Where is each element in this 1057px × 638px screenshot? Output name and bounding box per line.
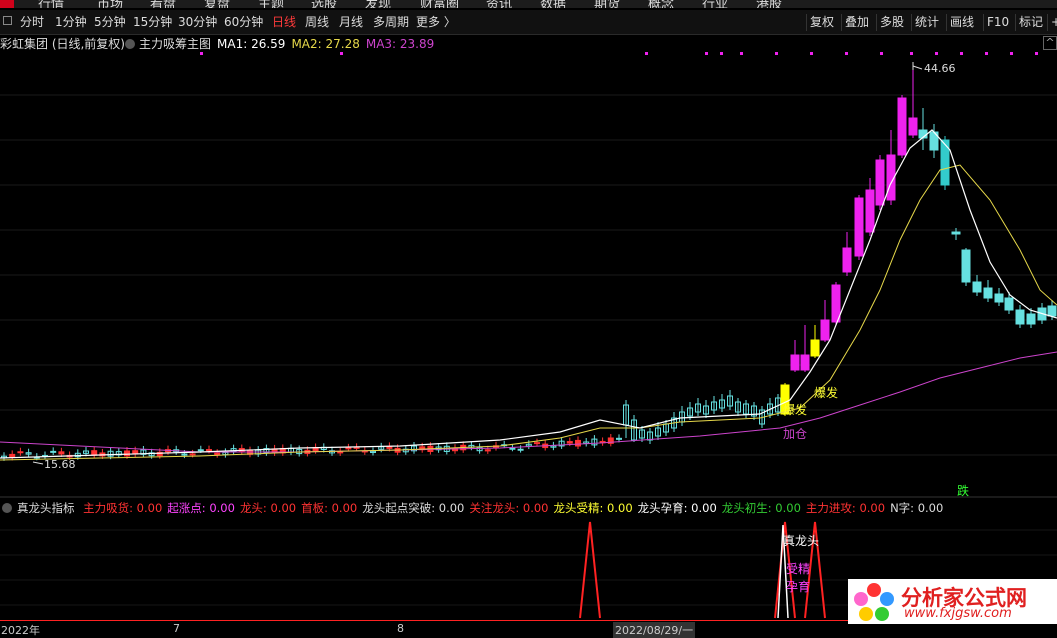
limit-dot	[935, 52, 938, 55]
limit-dot	[810, 52, 813, 55]
x-axis-cursor-date: 2022/08/29/一	[613, 622, 696, 638]
candle-body	[1047, 305, 1057, 317]
candle-body	[875, 159, 885, 206]
candle-body	[908, 117, 918, 136]
candle-body	[9, 453, 16, 458]
indicator-field: 起涨点: 0.00	[167, 501, 235, 515]
yunyu-label: 孕育	[786, 579, 810, 594]
candle-body	[820, 319, 830, 341]
indicator-spike	[579, 521, 601, 619]
candle-body	[1026, 313, 1036, 325]
limit-dots	[200, 52, 1038, 55]
indicator-field: 主力吸货: 0.00	[83, 501, 163, 515]
limit-dot	[200, 52, 203, 55]
candle-body	[1015, 309, 1025, 325]
x-axis-label: 2022年	[1, 624, 40, 637]
candle-body	[994, 293, 1004, 303]
kline-chart[interactable]: 44.66 15.68 爆发 爆发 加仓 跌 真龙头 受精 孕育	[0, 0, 1057, 620]
candle-body	[509, 447, 516, 450]
candle-body	[865, 189, 875, 233]
low-label: 15.68	[44, 458, 76, 471]
baofa-label-2: 爆发	[783, 402, 807, 417]
indicator-field: 主力进攻: 0.00	[805, 501, 886, 515]
indicator-field: 龙头孕育: 0.00	[637, 501, 717, 515]
candle-body	[58, 451, 65, 455]
candle-body	[91, 450, 98, 456]
limit-dot	[720, 52, 723, 55]
candle-body	[951, 231, 961, 235]
zhenlongtou-label: 真龙头	[783, 534, 819, 548]
indicator-field: 关注龙头: 0.00	[469, 501, 549, 515]
candle-body	[189, 453, 196, 456]
limit-dot	[340, 52, 343, 55]
limit-dot	[910, 52, 913, 55]
candle-body	[854, 197, 864, 257]
indicator-panel-name: 真龙头指标	[17, 501, 75, 515]
candle-body	[206, 449, 212, 452]
limit-dot	[985, 52, 988, 55]
indicator-field: 龙头: 0.00	[239, 501, 297, 515]
candle-body	[575, 439, 581, 447]
x-axis-label: 8	[397, 622, 404, 635]
shoujing-label: 受精	[786, 562, 810, 576]
candle-body	[842, 247, 852, 273]
low-arrow	[32, 461, 44, 465]
high-arrow	[912, 65, 923, 70]
ma2-line	[0, 164, 1057, 461]
limit-dot	[740, 52, 743, 55]
limit-dot	[1010, 52, 1013, 55]
candle-body	[983, 287, 993, 299]
high-label: 44.66	[924, 62, 956, 75]
candle-body	[345, 447, 352, 450]
candle-body	[50, 450, 57, 453]
candle-body	[972, 281, 982, 293]
candle-body	[810, 339, 820, 357]
indicator-field: 龙头受精: 0.00	[553, 501, 633, 515]
candle-body	[517, 448, 524, 451]
candle-body	[17, 451, 24, 454]
candle-body	[800, 354, 810, 371]
x-axis-label: 7	[173, 622, 180, 635]
limit-dot	[1035, 52, 1038, 55]
indicator-field: N字: 0.00	[890, 501, 944, 515]
chart-grid	[0, 94, 1057, 606]
indicator-field: 首板: 0.00	[301, 501, 358, 515]
indicator-panel-dropdown-icon[interactable]	[2, 503, 12, 513]
limit-dot	[960, 52, 963, 55]
candle-body	[534, 442, 540, 445]
indicator-panel-legend: 真龙头指标 主力吸货: 0.00 起涨点: 0.00 龙头: 0.00 首板: 0.0…	[0, 500, 953, 516]
candle-body	[961, 249, 971, 283]
flower-logo-icon	[854, 583, 894, 621]
candle-body	[484, 449, 491, 452]
indicator-field: 龙头起点突破: 0.00	[362, 501, 465, 515]
limit-dot	[705, 52, 708, 55]
watermark-logo: 分析家公式网 www.fxjgsw.com	[848, 579, 1057, 624]
ma1-line	[0, 129, 1057, 459]
candles	[1, 62, 1057, 461]
limit-dot	[845, 52, 848, 55]
candle-body	[897, 97, 907, 156]
ma3-line	[0, 351, 1057, 453]
limit-dot	[775, 52, 778, 55]
jiacang-label: 加仓	[783, 427, 807, 441]
indicator-field: 龙头初生: 0.00	[721, 501, 801, 515]
candle-body	[1004, 297, 1014, 311]
candle-body	[197, 449, 204, 452]
watermark-url: www.fxjgsw.com	[904, 606, 1012, 621]
die-label: 跌	[957, 483, 969, 498]
candle-body	[124, 450, 130, 457]
limit-dot	[880, 52, 883, 55]
candle-body	[214, 452, 221, 456]
limit-dot	[645, 52, 648, 55]
baofa-label-1: 爆发	[814, 385, 838, 400]
candle-body	[790, 354, 800, 371]
candle-body	[566, 441, 573, 444]
candle-body	[337, 451, 344, 454]
